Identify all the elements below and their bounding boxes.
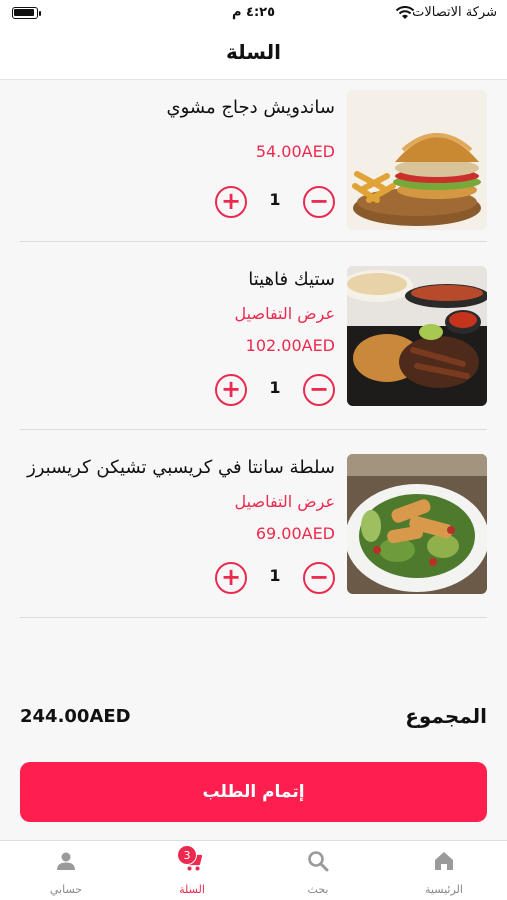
view-details-link[interactable]: عرض التفاصيل (5, 486, 335, 518)
user-icon (57, 852, 75, 870)
fajita-illustration (347, 266, 487, 406)
tab-search-label: بحث (307, 883, 329, 896)
item-name: ساندويش دجاج مشوي (166, 97, 335, 118)
quantity-stepper: − 1 + (215, 374, 335, 408)
salad-illustration (347, 454, 487, 594)
item-quantity: 1 (269, 566, 281, 585)
cart-item: ساندويش دجاج مشوي 54.00AED − 1 + (20, 80, 487, 242)
tab-account-label: حسابي (49, 883, 83, 896)
order-total: المجموع 244.00AED (20, 704, 487, 738)
cart-item: ستيك فاهيتا عرض التفاصيل 102.00AED − 1 + (20, 242, 487, 430)
status-bar: ٤:٢٥ م شركة الاتصالات (0, 0, 507, 28)
item-price: 54.00AED (255, 142, 335, 161)
carrier-name: شركة الاتصالات (412, 5, 497, 20)
item-price: 69.00AED (255, 524, 335, 543)
tab-cart[interactable]: 3 السلة (129, 841, 255, 900)
tab-account[interactable]: حسابي (3, 841, 129, 900)
decrease-quantity-button[interactable]: − (303, 562, 335, 594)
item-info: ساندويش دجاج مشوي 54.00AED (23, 90, 335, 168)
tab-search[interactable]: بحث (255, 841, 381, 900)
search-icon (308, 851, 329, 872)
item-price: 102.00AED (245, 336, 335, 355)
quantity-stepper: − 1 + (215, 186, 335, 220)
tab-cart-label: السلة (179, 883, 205, 896)
item-name: ستيك فاهيتا (248, 269, 335, 290)
decrease-quantity-button[interactable]: − (303, 186, 335, 218)
item-quantity: 1 (269, 378, 281, 397)
cart-item: سلطة سانتا في كريسبي تشيكن كريسبرز عرض ا… (20, 430, 487, 618)
page-header: السلة (0, 28, 507, 80)
tab-home[interactable]: الرئيسية (381, 841, 507, 900)
view-details-link[interactable]: عرض التفاصيل (23, 298, 335, 330)
quantity-stepper: − 1 + (215, 562, 335, 596)
cart-count-badge: 3 (177, 845, 197, 865)
increase-quantity-button[interactable]: + (215, 562, 247, 594)
item-quantity: 1 (269, 190, 281, 209)
item-name: سلطة سانتا في كريسبي تشيكن كريسبرز (27, 457, 335, 478)
product-image-grilled-chicken-sandwich[interactable] (347, 90, 487, 230)
increase-quantity-button[interactable]: + (215, 186, 247, 218)
increase-quantity-button[interactable]: + (215, 374, 247, 406)
tab-home-label: الرئيسية (425, 883, 463, 896)
product-image-steak-fajita[interactable] (347, 266, 487, 406)
checkout-button[interactable]: إتمام الطلب (20, 762, 487, 822)
home-icon (435, 852, 453, 870)
bottom-tab-bar: الرئيسية بحث 3 السلة حسابي (0, 840, 507, 900)
total-value: 244.00AED (20, 706, 131, 727)
page-title: السلة (225, 40, 281, 64)
item-info: سلطة سانتا في كريسبي تشيكن كريسبرز عرض ا… (5, 450, 335, 550)
decrease-quantity-button[interactable]: − (303, 374, 335, 406)
item-info: ستيك فاهيتا عرض التفاصيل 102.00AED (23, 262, 335, 362)
product-image-crispy-chicken-salad[interactable] (347, 454, 487, 594)
total-label: المجموع (405, 704, 487, 728)
sandwich-illustration (347, 90, 487, 230)
